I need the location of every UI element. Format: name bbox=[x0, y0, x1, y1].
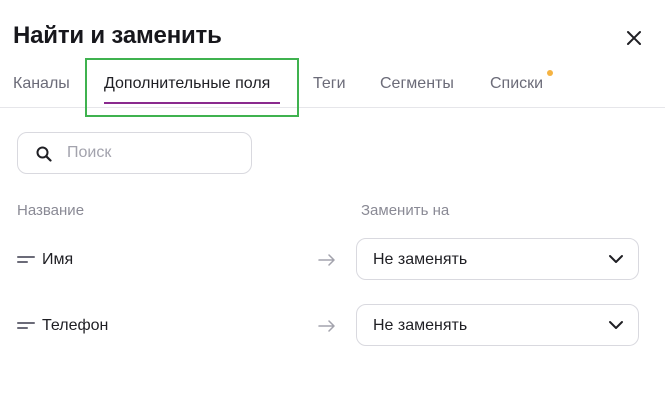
replacement-select[interactable]: Не заменять bbox=[356, 238, 639, 280]
search-icon bbox=[36, 146, 52, 162]
arrow-right-icon bbox=[318, 320, 336, 332]
tab-bar: Каналы Дополнительные поля Теги Сегменты… bbox=[0, 58, 665, 108]
replacement-value: Не заменять bbox=[373, 317, 468, 334]
field-icon bbox=[17, 322, 35, 330]
close-icon bbox=[627, 31, 641, 45]
chevron-down-icon bbox=[609, 255, 623, 263]
tab-tags[interactable]: Теги bbox=[313, 75, 346, 93]
tab-lists[interactable]: Списки bbox=[490, 75, 543, 93]
active-tab-indicator bbox=[104, 102, 280, 104]
column-header-replace: Заменить на bbox=[361, 202, 450, 219]
column-header-name: Название bbox=[17, 202, 85, 219]
tab-custom-fields[interactable]: Дополнительные поля bbox=[104, 75, 270, 93]
chevron-down-icon bbox=[609, 321, 623, 329]
replacement-select[interactable]: Не заменять bbox=[356, 304, 639, 346]
field-icon bbox=[17, 256, 35, 264]
field-name: Имя bbox=[42, 251, 74, 268]
search-box bbox=[17, 132, 252, 174]
tab-channels[interactable]: Каналы bbox=[13, 75, 70, 93]
replacement-value: Не заменять bbox=[373, 251, 468, 268]
arrow-right-icon bbox=[318, 254, 336, 266]
notification-dot bbox=[547, 70, 553, 76]
tab-segments[interactable]: Сегменты bbox=[380, 75, 454, 93]
field-name: Телефон bbox=[42, 317, 109, 334]
close-button[interactable] bbox=[622, 26, 646, 50]
dialog-title: Найти и заменить bbox=[13, 22, 222, 49]
search-input[interactable] bbox=[67, 142, 242, 164]
